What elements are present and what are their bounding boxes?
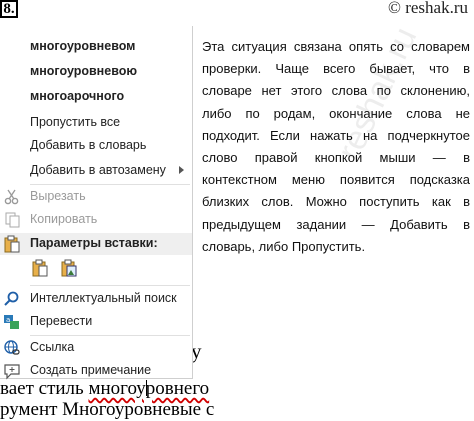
context-menu: многоуровневом многоуровневою многоарочн… [0, 26, 193, 382]
smart-lookup-item[interactable]: Интеллектуальный поиск [0, 288, 192, 310]
ignore-all-label: Пропустить все [30, 115, 121, 129]
suggestion-item[interactable]: многоуровневою [0, 61, 192, 83]
text-cursor [146, 380, 147, 396]
link-item[interactable]: Ссылка [0, 337, 192, 359]
cut-label: Вырезать [30, 189, 86, 203]
copy-icon [5, 212, 20, 228]
document-line: румент Многоуровневые с [0, 399, 215, 420]
menu-separator [30, 184, 190, 185]
suggestion-label: многоарочного [30, 89, 125, 103]
add-to-dictionary-label: Добавить в словарь [30, 138, 147, 152]
suggestion-label: многоуровневою [30, 64, 138, 78]
add-to-autocorrect-item[interactable]: Добавить в автозамену [0, 160, 192, 182]
search-icon [4, 291, 19, 306]
translate-icon: a [4, 315, 19, 329]
site-credit: © reshak.ru [388, 0, 468, 17]
new-comment-item[interactable]: Создать примечание [0, 360, 192, 382]
globe-link-icon [4, 340, 20, 355]
translate-item[interactable]: a Перевести [0, 311, 192, 333]
cut-item[interactable]: Вырезать [0, 186, 192, 208]
suggestion-label: многоуровневом [30, 39, 136, 53]
copy-item[interactable]: Копировать [0, 209, 192, 231]
paste-keep-formatting-icon[interactable] [31, 259, 49, 277]
exercise-number: 8. [0, 0, 18, 18]
link-label: Ссылка [30, 340, 75, 354]
clipboard-icon [4, 235, 20, 253]
submenu-arrow-icon [179, 166, 184, 174]
add-to-dictionary-item[interactable]: Добавить в словарь [0, 135, 192, 157]
menu-separator [30, 285, 190, 286]
translate-label: Перевести [30, 314, 93, 328]
add-to-autocorrect-label: Добавить в автозамену [30, 163, 166, 177]
paste-picture-icon[interactable] [60, 259, 78, 277]
suggestion-item[interactable]: многоарочного [0, 86, 192, 108]
svg-text:a: a [6, 316, 10, 324]
copy-label: Копировать [30, 212, 98, 226]
suggestion-item[interactable]: многоуровневом [0, 36, 192, 58]
paste-options-header: Параметры вставки: [0, 233, 192, 255]
menu-separator [30, 335, 190, 336]
paste-options-label: Параметры вставки: [30, 236, 158, 250]
new-comment-label: Создать примечание [30, 363, 152, 377]
comment-icon [4, 364, 20, 380]
smart-lookup-label: Интеллектуальный поиск [30, 291, 177, 305]
ignore-all-item[interactable]: Пропустить все [0, 112, 192, 134]
scissors-icon [4, 189, 19, 205]
